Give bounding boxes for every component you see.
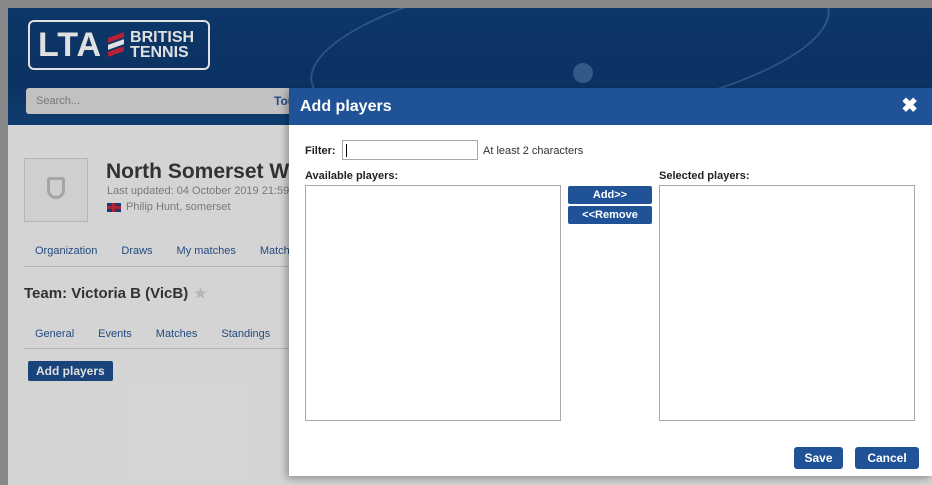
dialog-header: Add players ✖ [289, 88, 932, 125]
available-players-list[interactable] [305, 185, 561, 421]
available-players-label: Available players: [305, 170, 399, 182]
dialog-title: Add players [300, 98, 392, 115]
close-icon[interactable]: ✖ [901, 96, 918, 116]
remove-button[interactable]: <<Remove [568, 206, 652, 224]
text-cursor [346, 144, 347, 157]
filter-label: Filter: [305, 145, 336, 157]
selected-players-list[interactable] [659, 185, 915, 421]
cancel-button[interactable]: Cancel [855, 447, 919, 469]
save-button[interactable]: Save [794, 447, 843, 469]
selected-players-label: Selected players: [659, 170, 750, 182]
add-players-dialog: Add players ✖ Filter: At least 2 charact… [289, 88, 932, 476]
filter-hint: At least 2 characters [483, 145, 584, 157]
add-button[interactable]: Add>> [568, 186, 652, 204]
filter-input[interactable] [342, 140, 478, 160]
